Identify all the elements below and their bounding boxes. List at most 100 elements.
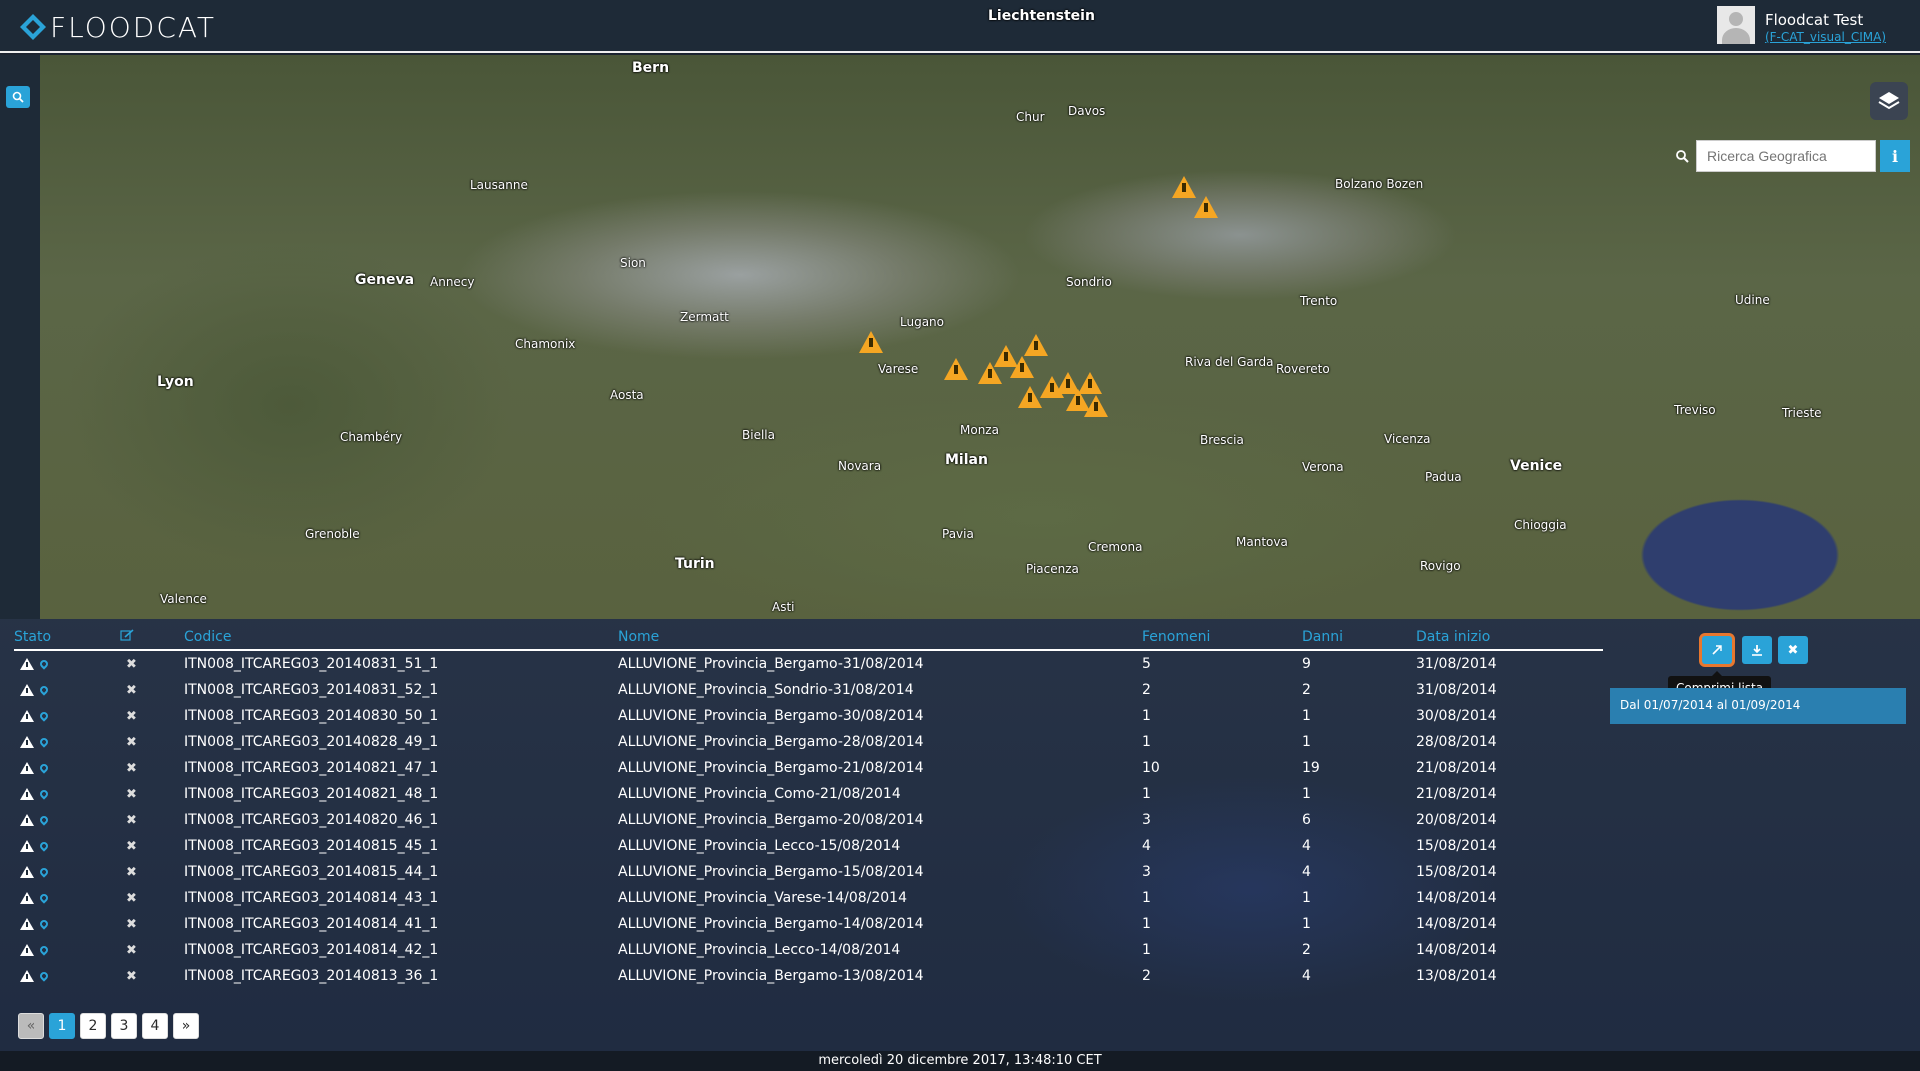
floodcat-logo[interactable]: FLOODCAT bbox=[18, 10, 216, 44]
map-pin-icon[interactable] bbox=[38, 658, 50, 670]
user-name: Floodcat Test bbox=[1764, 11, 1864, 29]
fenomeni-cell: 1 bbox=[1142, 916, 1151, 932]
search-icon[interactable] bbox=[6, 86, 30, 108]
header-stato[interactable]: Stato bbox=[14, 625, 120, 651]
map-label: Asti bbox=[772, 600, 795, 614]
date-filter-badge[interactable]: Dal 01/07/2014 al 01/09/2014 bbox=[1610, 688, 1906, 724]
codice-cell: ITN008_ITCAREG03_20140815_45_1 bbox=[184, 838, 439, 854]
table-row[interactable]: ✖ ITN008_ITCAREG03_20140830_50_1 ALLUVIONE… bbox=[14, 703, 1603, 729]
map-pin-icon[interactable] bbox=[38, 918, 50, 930]
remove-icon[interactable]: ✖ bbox=[126, 839, 137, 854]
remove-icon[interactable]: ✖ bbox=[126, 969, 137, 984]
map-pin-icon[interactable] bbox=[38, 892, 50, 904]
user-menu[interactable]: Floodcat Test (F-CAT_visual_CIMA) bbox=[1716, 6, 1886, 44]
header-codice[interactable]: Codice bbox=[184, 625, 618, 651]
remove-icon[interactable]: ✖ bbox=[126, 709, 137, 724]
data-inizio-cell: 13/08/2014 bbox=[1416, 968, 1497, 984]
remove-icon[interactable]: ✖ bbox=[126, 761, 137, 776]
header-data-inizio[interactable]: Data inizio bbox=[1416, 625, 1603, 651]
page-prev-button[interactable]: « bbox=[18, 1013, 44, 1039]
table-row[interactable]: ✖ ITN008_ITCAREG03_20140821_48_1 ALLUVIONE… bbox=[14, 781, 1603, 807]
table-row[interactable]: ✖ ITN008_ITCAREG03_20140815_45_1 ALLUVIONE… bbox=[14, 833, 1603, 859]
data-inizio-cell: 14/08/2014 bbox=[1416, 890, 1497, 906]
page-next-button[interactable]: » bbox=[173, 1013, 199, 1039]
map-pin-icon[interactable] bbox=[38, 840, 50, 852]
page-button[interactable]: 2 bbox=[80, 1013, 106, 1039]
table-row[interactable]: ✖ ITN008_ITCAREG03_20140820_46_1 ALLUVIONE… bbox=[14, 807, 1603, 833]
remove-icon[interactable]: ✖ bbox=[126, 657, 137, 672]
remove-icon[interactable]: ✖ bbox=[126, 813, 137, 828]
danni-cell: 2 bbox=[1302, 942, 1311, 958]
table-row[interactable]: ✖ ITN008_ITCAREG03_20140831_51_1 ALLUVIONE… bbox=[14, 650, 1603, 677]
event-marker[interactable] bbox=[944, 358, 968, 380]
event-marker[interactable] bbox=[1194, 196, 1218, 218]
header-danni[interactable]: Danni bbox=[1302, 625, 1416, 651]
table-row[interactable]: ✖ ITN008_ITCAREG03_20140814_41_1 ALLUVIONE… bbox=[14, 911, 1603, 937]
event-marker[interactable] bbox=[1084, 395, 1108, 417]
remove-icon[interactable]: ✖ bbox=[126, 865, 137, 880]
table-row[interactable]: ✖ ITN008_ITCAREG03_20140815_44_1 ALLUVIONE… bbox=[14, 859, 1603, 885]
nome-cell: ALLUVIONE_Provincia_Bergamo-21/08/2014 bbox=[618, 760, 924, 776]
map-pin-icon[interactable] bbox=[38, 866, 50, 878]
event-marker[interactable] bbox=[1172, 176, 1196, 198]
header-fenomeni[interactable]: Fenomeni bbox=[1142, 625, 1302, 651]
table-row[interactable]: ✖ ITN008_ITCAREG03_20140828_49_1 ALLUVIONE… bbox=[14, 729, 1603, 755]
nome-cell: ALLUVIONE_Provincia_Bergamo-13/08/2014 bbox=[618, 968, 924, 984]
map-pin-icon[interactable] bbox=[38, 762, 50, 774]
events-panel: Stato Codice Nome Fenomeni Danni Data in… bbox=[0, 619, 1920, 1051]
info-icon[interactable]: i bbox=[1880, 140, 1910, 172]
map-pin-icon[interactable] bbox=[38, 684, 50, 696]
fenomeni-cell: 10 bbox=[1142, 760, 1160, 776]
layers-icon[interactable] bbox=[1870, 82, 1908, 120]
event-marker[interactable] bbox=[1024, 334, 1048, 356]
event-marker[interactable] bbox=[1078, 372, 1102, 394]
event-marker[interactable] bbox=[1010, 356, 1034, 378]
map-label: Biella bbox=[742, 428, 775, 442]
download-button[interactable] bbox=[1742, 636, 1772, 664]
remove-icon[interactable]: ✖ bbox=[126, 891, 137, 906]
status-cell bbox=[14, 807, 120, 833]
remove-icon[interactable]: ✖ bbox=[126, 787, 137, 802]
map-pin-icon[interactable] bbox=[38, 736, 50, 748]
warning-icon bbox=[20, 814, 34, 826]
event-marker[interactable] bbox=[1018, 386, 1042, 408]
codice-cell: ITN008_ITCAREG03_20140813_36_1 bbox=[184, 968, 439, 984]
fenomeni-cell: 2 bbox=[1142, 968, 1151, 984]
header-nome[interactable]: Nome bbox=[618, 625, 1142, 651]
table-row[interactable]: ✖ ITN008_ITCAREG03_20140814_43_1 ALLUVIONE… bbox=[14, 885, 1603, 911]
remove-icon[interactable]: ✖ bbox=[126, 943, 137, 958]
table-row[interactable]: ✖ ITN008_ITCAREG03_20140814_42_1 ALLUVIONE… bbox=[14, 937, 1603, 963]
close-icon[interactable]: ✖ bbox=[1778, 636, 1808, 664]
map-pin-icon[interactable] bbox=[38, 788, 50, 800]
avatar[interactable] bbox=[1716, 6, 1755, 44]
table-row[interactable]: ✖ ITN008_ITCAREG03_20140821_47_1 ALLUVIONE… bbox=[14, 755, 1603, 781]
search-icon[interactable] bbox=[1668, 140, 1696, 172]
remove-cell: ✖ bbox=[120, 963, 184, 989]
edit-icon[interactable] bbox=[120, 625, 184, 651]
table-row[interactable]: ✖ ITN008_ITCAREG03_20140813_36_1 ALLUVIONE… bbox=[14, 963, 1603, 989]
map-label: Trieste bbox=[1782, 406, 1822, 420]
page-button[interactable]: 4 bbox=[142, 1013, 168, 1039]
data-inizio-cell: 30/08/2014 bbox=[1416, 708, 1497, 724]
remove-cell: ✖ bbox=[120, 859, 184, 885]
data-inizio-cell: 15/08/2014 bbox=[1416, 838, 1497, 854]
status-cell bbox=[14, 729, 120, 755]
map-pin-icon[interactable] bbox=[38, 944, 50, 956]
remove-icon[interactable]: ✖ bbox=[126, 683, 137, 698]
page-button[interactable]: 3 bbox=[111, 1013, 137, 1039]
map-pin-icon[interactable] bbox=[38, 970, 50, 982]
table-row[interactable]: ✖ ITN008_ITCAREG03_20140831_52_1 ALLUVIONE… bbox=[14, 677, 1603, 703]
event-marker[interactable] bbox=[859, 331, 883, 353]
remove-icon[interactable]: ✖ bbox=[126, 735, 137, 750]
map-label: Monza bbox=[960, 423, 999, 437]
page-button[interactable]: 1 bbox=[49, 1013, 75, 1039]
geo-search-input[interactable] bbox=[1696, 140, 1876, 172]
compress-list-button[interactable] bbox=[1702, 636, 1732, 664]
remove-icon[interactable]: ✖ bbox=[126, 917, 137, 932]
codice-cell: ITN008_ITCAREG03_20140821_48_1 bbox=[184, 786, 439, 802]
user-profile-link[interactable]: (F-CAT_visual_CIMA) bbox=[1765, 30, 1886, 44]
map-pin-icon[interactable] bbox=[38, 710, 50, 722]
map-pin-icon[interactable] bbox=[38, 814, 50, 826]
map-label: Aosta bbox=[610, 388, 644, 402]
map-label: Chur bbox=[1016, 110, 1045, 124]
